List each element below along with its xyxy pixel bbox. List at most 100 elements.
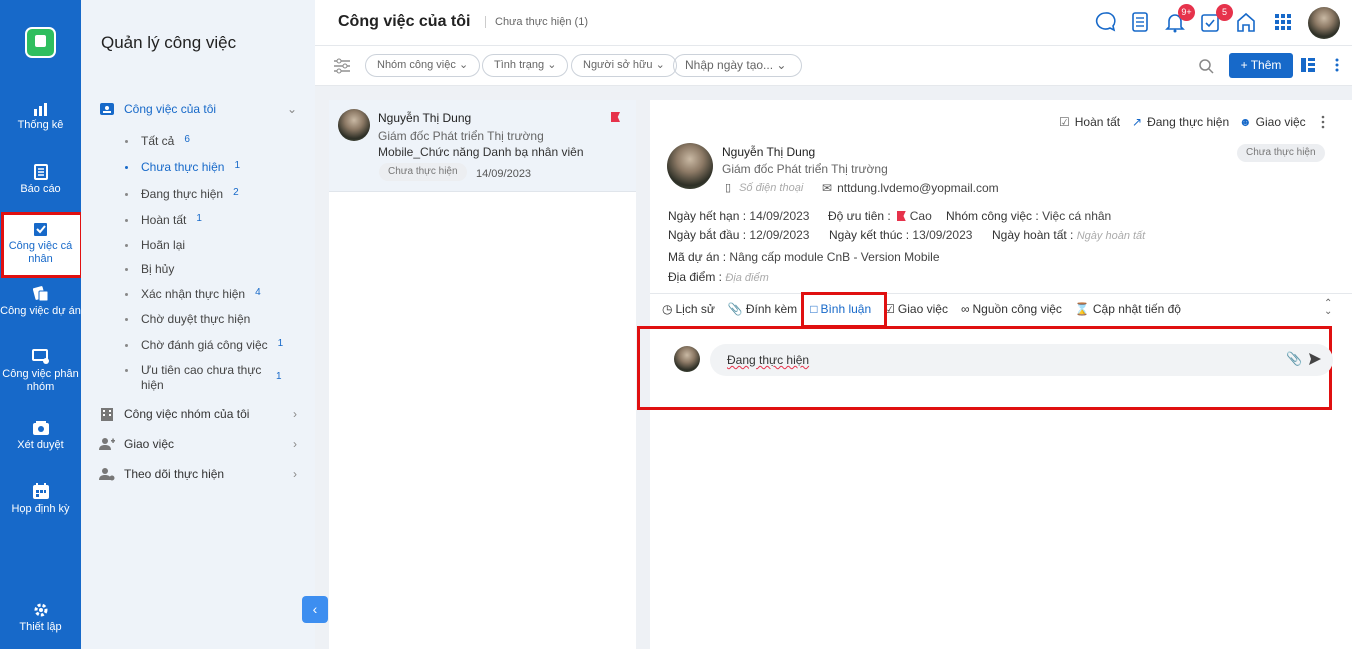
location-field: Địa điểm : Địa điểm — [668, 270, 769, 284]
filter-status[interactable]: Tình trạng ⌄ — [482, 54, 569, 77]
apps-grid-icon[interactable] — [1272, 11, 1294, 33]
end-date-field: Ngày kết thúc : 13/09/2023 — [829, 228, 973, 242]
tab-history[interactable]: ◷ Lịch sử — [662, 302, 715, 316]
sidebar-group-assign[interactable]: Giao việc › — [99, 437, 315, 451]
due-date-field: Ngày hết hạn : 14/09/2023 — [668, 209, 810, 223]
more-vertical-icon[interactable] — [1334, 57, 1340, 73]
notes-icon[interactable] — [1129, 11, 1151, 33]
rail-item-report[interactable]: Báo cáo — [0, 164, 81, 196]
rail-item-approval[interactable]: Xét duyệt — [0, 420, 81, 452]
top-header: Công việc của tôi Chưa thực hiện (1) 9+ … — [315, 0, 1352, 46]
tab-attachments[interactable]: 📎 Đính kèm — [728, 302, 797, 316]
sidebar-title: Quản lý công việc — [101, 33, 237, 52]
filter-task-group[interactable]: Nhóm công việc ⌄ — [365, 54, 481, 77]
assignee-role: Giám đốc Phát triển Thị trường — [722, 162, 888, 176]
attach-icon[interactable]: 📎 — [1286, 351, 1302, 367]
home-icon[interactable] — [1235, 11, 1257, 33]
task-list: Nguyễn Thị Dung Giám đốc Phát triển Thị … — [329, 100, 636, 649]
rail-item-personal-task[interactable]: Công việc cá nhân — [0, 221, 81, 266]
sidebar: Quản lý công việc Công việc của tôi ⌄ Tấ… — [81, 0, 315, 649]
rail-item-label: Thống kê — [17, 119, 64, 131]
phone-row: ▯ Số điện thoại — [725, 181, 804, 195]
divider — [650, 293, 1352, 294]
sidebar-sub-item[interactable]: Bị hủy — [125, 262, 184, 276]
task-detail: ☑ Hoàn tất ↗ Đang thực hiện ☻ Giao việc Ngu… — [637, 100, 1352, 649]
action-complete[interactable]: ☑ Hoàn tất — [1059, 115, 1120, 129]
chevron-down-icon: ⌄ — [776, 58, 787, 72]
comment-input[interactable]: Đang thực hiện — [710, 344, 1333, 376]
highlight-comment-tab — [801, 292, 887, 328]
tab-assign[interactable]: ☑ Giao việc — [884, 302, 948, 316]
done-date-field: Ngày hoàn tất : Ngày hoàn tất — [992, 228, 1146, 242]
group-task-icon — [31, 349, 49, 364]
chevron-down-icon: ⌄ — [458, 59, 469, 71]
rail-item-label: Thiết lập — [19, 621, 62, 633]
rail-item-statistics[interactable]: Thống kê — [0, 101, 81, 132]
app-logo[interactable] — [25, 27, 56, 58]
split-view-icon[interactable] — [1300, 57, 1316, 73]
assignee-avatar — [667, 143, 713, 189]
rail-item-project-task[interactable]: Công việc dự án — [0, 286, 81, 318]
send-icon[interactable] — [1308, 352, 1322, 366]
filter-bar: Nhóm công việc ⌄ Tình trạng ⌄ Người sở h… — [315, 46, 1352, 86]
action-in-progress[interactable]: ↗ Đang thực hiện — [1132, 115, 1229, 129]
gear-icon — [34, 603, 47, 617]
rail-item-label: Họp định kỳ — [11, 503, 70, 515]
sidebar-group-label: Công việc của tôi — [124, 102, 217, 116]
rail-item-settings[interactable]: Thiết lập — [0, 602, 81, 634]
sidebar-sub-item[interactable]: Chờ duyệt thực hiện — [125, 312, 260, 326]
expand-toggle-icon[interactable]: ⌃ ⌄ — [1324, 299, 1332, 317]
tab-source[interactable]: ∞ Nguồn công việc — [961, 302, 1062, 316]
sidebar-sub-item[interactable]: Hoãn lại — [125, 238, 195, 252]
add-button[interactable]: + Thêm — [1229, 53, 1293, 78]
paperclip-icon: 📎 — [727, 302, 743, 316]
approval-icon — [32, 421, 49, 435]
filter-owner[interactable]: Người sở hữu ⌄ — [571, 54, 677, 77]
sidebar-sub-item[interactable]: Chưa thực hiện 1 — [125, 160, 240, 174]
chevron-down-icon: ⌄ — [286, 102, 297, 116]
filter-created-date[interactable]: Nhập ngày tạo... ⌄ — [673, 54, 802, 77]
phone-icon: ▯ — [725, 182, 732, 194]
id-card-icon — [100, 103, 114, 115]
clock-icon: ◷ — [662, 302, 673, 316]
link-icon: ∞ — [960, 302, 970, 316]
breadcrumb-status: Chưa thực hiện (1) — [485, 16, 588, 28]
page-title: Công việc của tôi — [338, 13, 471, 30]
tab-progress[interactable]: ⌛ Cập nhật tiến độ — [1075, 302, 1181, 316]
sidebar-group-team-tasks[interactable]: Công việc nhóm của tôi › — [99, 407, 315, 421]
sidebar-sub-item[interactable]: Tất cả 6 — [125, 134, 190, 148]
detail-tabs: ◷ Lịch sử 📎 Đính kèm □ Bình luận ☑ Giao việc… — [662, 302, 1194, 316]
email-row: ✉ nttdung.lvdemo@yopmail.com — [822, 181, 999, 195]
rail-item-label: Công việc dự án — [0, 305, 81, 317]
calendar-icon — [32, 483, 49, 499]
action-assign[interactable]: ☻ Giao việc — [1239, 115, 1306, 129]
task-card[interactable]: Nguyễn Thị Dung Giám đốc Phát triển Thị … — [329, 100, 636, 192]
rail-item-group-task[interactable]: Công việc phân nhóm — [0, 349, 81, 394]
sidebar-sub-item[interactable]: Ưu tiên cao chưa thực hiện 1 — [125, 363, 300, 393]
task-group-field: Nhóm công việc : Việc cá nhân — [946, 209, 1112, 223]
sidebar-sub-item[interactable]: Xác nhận thực hiện 4 — [125, 287, 261, 301]
personal-task-icon — [33, 223, 47, 236]
sidebar-sub-item[interactable]: Đang thực hiện 2 — [125, 187, 239, 201]
sidebar-sub-item[interactable]: Chờ đánh giá công việc 1 — [125, 338, 283, 352]
sidebar-sub-item[interactable]: Hoàn tất 1 — [125, 213, 202, 227]
rail-item-meeting[interactable]: Họp định kỳ — [0, 482, 81, 516]
chat-icon[interactable] — [1095, 11, 1117, 33]
user-avatar[interactable] — [1308, 7, 1340, 39]
card-task-title: Mobile_Chức năng Danh bạ nhân viên — [378, 145, 584, 159]
commenter-avatar — [674, 346, 700, 372]
rail-item-label: Công việc cá nhân — [8, 240, 73, 265]
sidebar-group-my-tasks[interactable]: Công việc của tôi ⌄ — [99, 102, 315, 116]
filter-settings-icon[interactable] — [333, 58, 351, 74]
user-plus-icon — [99, 438, 115, 450]
user-add-icon: ☻ — [1239, 115, 1252, 129]
more-vertical-icon[interactable] — [1320, 115, 1326, 129]
search-icon[interactable] — [1198, 58, 1214, 74]
sidebar-group-label: Theo dõi thực hiện — [124, 467, 225, 481]
sidebar-group-tracking[interactable]: Theo dõi thực hiện › — [99, 467, 315, 481]
collapse-sidebar-button[interactable]: ‹ — [302, 596, 328, 623]
card-name: Nguyễn Thị Dung — [378, 111, 472, 125]
chevron-right-icon: › — [293, 437, 297, 451]
briefcase-icon — [35, 35, 46, 47]
trend-icon: ↗ — [1132, 115, 1143, 129]
